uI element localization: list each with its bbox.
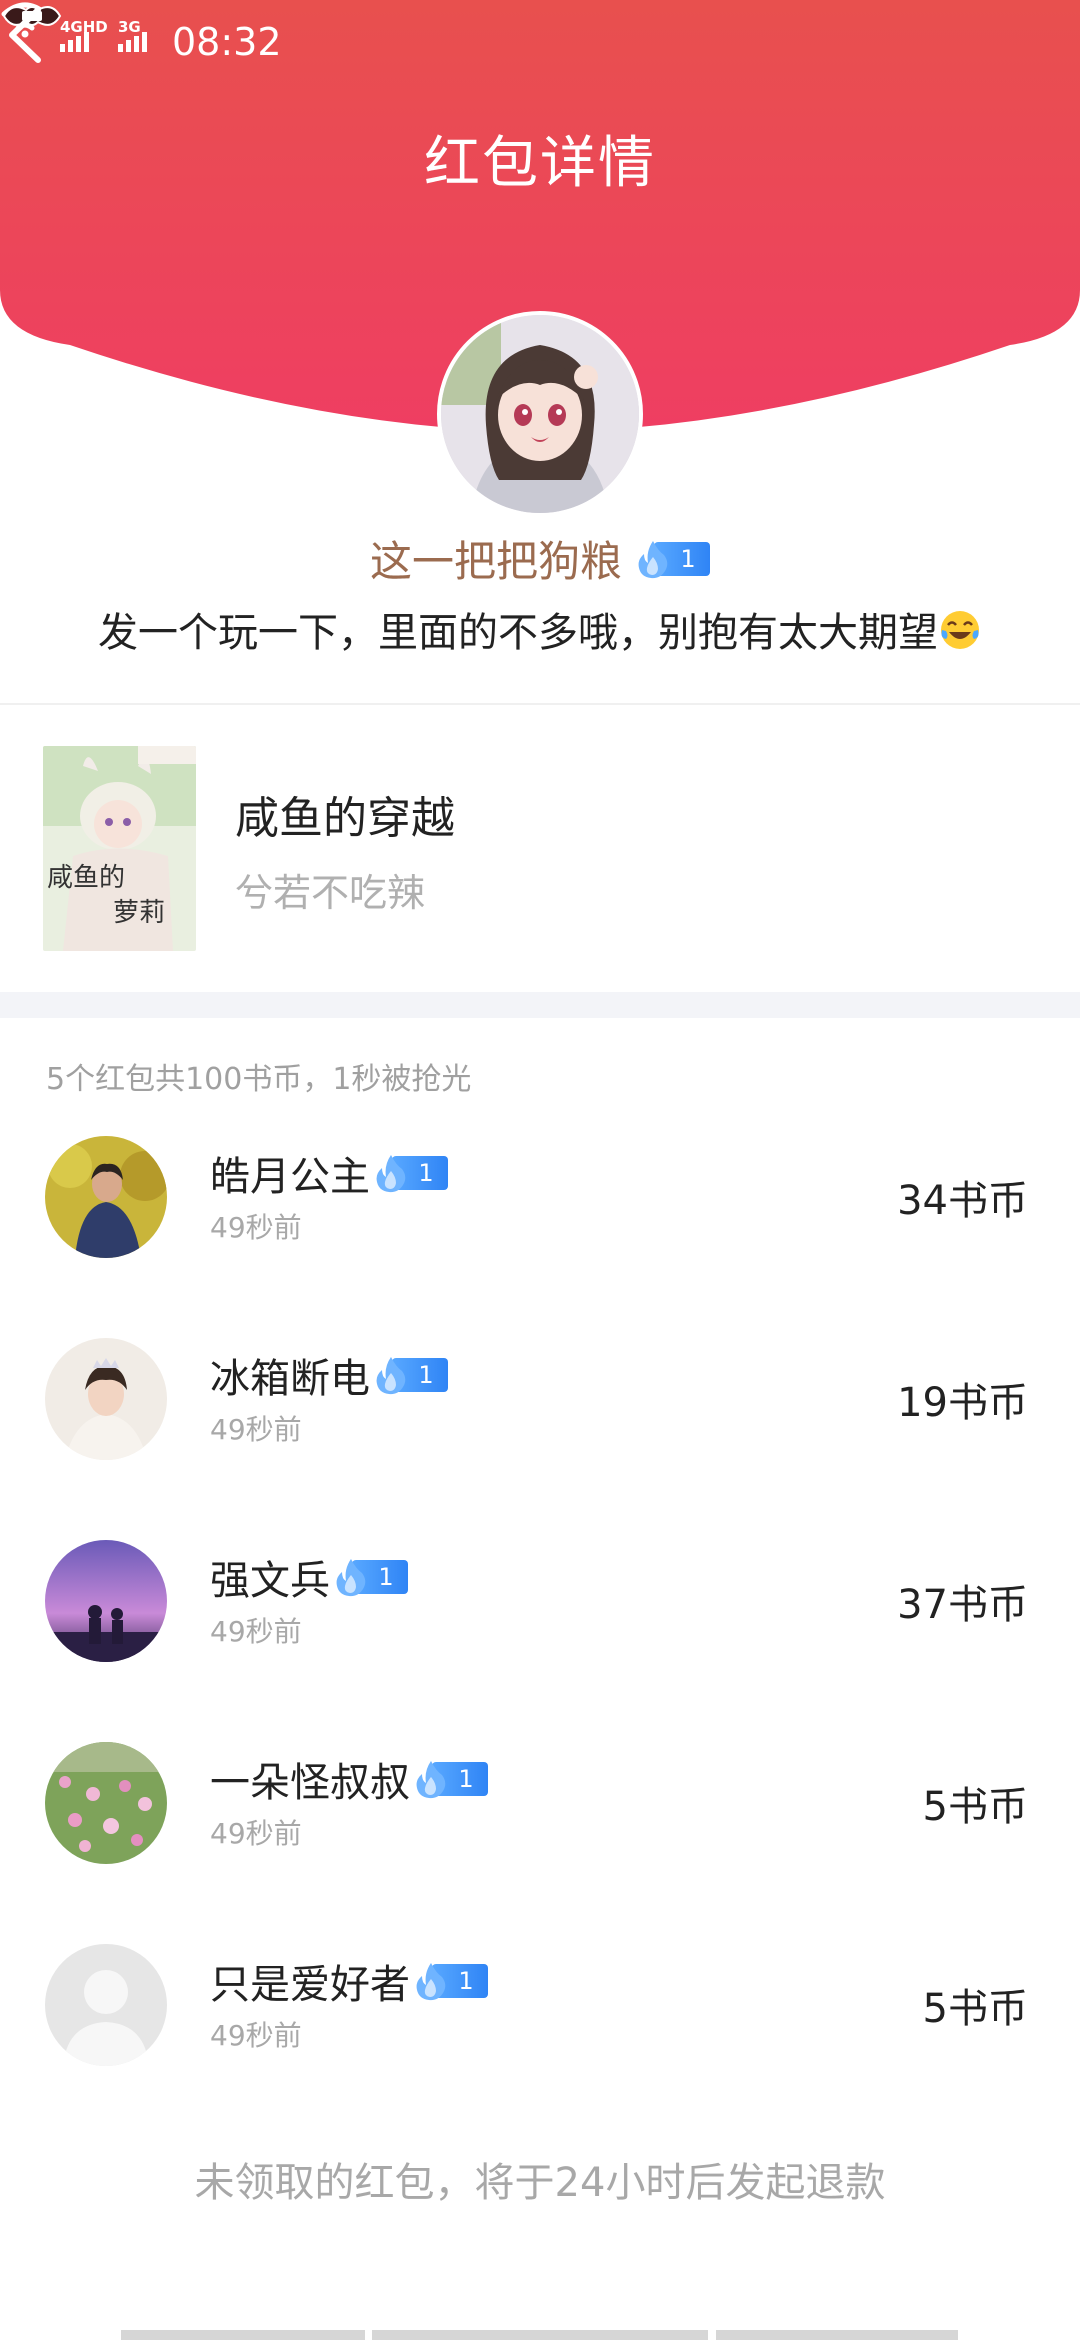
receiver-avatar[interactable] [45, 1338, 167, 1460]
receiver-avatar[interactable] [45, 1540, 167, 1662]
receiver-avatar[interactable] [45, 1944, 167, 2066]
receiver-amount: 37书币 [897, 1582, 1028, 1628]
receiver-name: 一朵怪叔叔 [210, 1760, 410, 1806]
nav-bar-segment [372, 2330, 708, 2340]
refund-note: 未领取的红包，将于24小时后发起退款 [194, 2160, 886, 2206]
status-time: 08:32 [172, 20, 282, 64]
flame-icon [416, 1963, 446, 2001]
receiver-time: 49秒前 [210, 1211, 302, 1244]
flame-icon [638, 540, 668, 578]
receiver-time: 49秒前 [210, 1817, 302, 1850]
receiver-time: 49秒前 [210, 2019, 302, 2052]
receiver-amount: 19书币 [897, 1380, 1028, 1426]
section-divider [0, 992, 1080, 1018]
book-title[interactable]: 咸鱼的穿越 [235, 782, 455, 846]
flame-icon [376, 1155, 406, 1193]
receiver-avatar[interactable] [45, 1742, 167, 1864]
receiver-name: 皓月公主 [210, 1154, 370, 1200]
divider [0, 703, 1080, 705]
receiver-name: 只是爱好者 [210, 1962, 410, 2008]
nav-bar-segment [121, 2330, 365, 2340]
sender-name-row: 这一把把狗粮 1 [0, 528, 1080, 589]
receiver-row[interactable]: 一朵怪叔叔 1 49秒前 5书币 [0, 1742, 1080, 1942]
tears-of-joy-emoji-icon [941, 611, 979, 649]
receiver-time: 49秒前 [210, 1615, 302, 1648]
signal-bars-1-icon [60, 32, 89, 52]
book-cover-text: 咸鱼的 [47, 863, 125, 893]
receiver-name-line: 强文兵 1 [210, 1548, 408, 1606]
default-user-avatar-icon [45, 1944, 167, 2066]
book-cover-image: 咸鱼的 萝莉 [43, 746, 196, 951]
bride-portrait-avatar [45, 1338, 167, 1460]
receiver-amount: 34书币 [897, 1178, 1028, 1224]
receiver-level-badge: 1 [414, 1963, 488, 2001]
receiver-name-line: 皓月公主 1 [210, 1144, 448, 1202]
receiver-name-line: 冰箱断电 1 [210, 1346, 448, 1404]
receiver-name: 冰箱断电 [210, 1356, 370, 1402]
receiver-time: 49秒前 [210, 1413, 302, 1446]
sender-level-badge: 1 [636, 540, 710, 578]
receiver-level-badge: 1 [374, 1357, 448, 1395]
receiver-row[interactable]: 只是爱好者 1 49秒前 5书币 [0, 1944, 1080, 2144]
receiver-level-badge: 1 [374, 1155, 448, 1193]
receiver-amount: 5书币 [922, 1784, 1028, 1830]
woman-outdoor-photo-avatar [45, 1136, 167, 1258]
page-title: 红包详情 [424, 131, 656, 196]
flame-icon [336, 1559, 366, 1597]
flame-icon [416, 1761, 446, 1799]
sender-message-text: 发一个玩一下，里面的不多哦，别抱有太大期望 [98, 610, 938, 656]
receiver-level-badge: 1 [334, 1559, 408, 1597]
packet-summary: 5个红包共100书币，1秒被抢光 [46, 1062, 472, 1097]
signal-bars-2-icon [118, 32, 147, 52]
receiver-name-line: 一朵怪叔叔 1 [210, 1750, 488, 1808]
flower-field-avatar [45, 1742, 167, 1864]
sender-message: 发一个玩一下，里面的不多哦，别抱有太大期望 [0, 600, 1080, 658]
book-cover[interactable]: 咸鱼的 萝莉 [43, 746, 196, 951]
receiver-level-badge: 1 [414, 1761, 488, 1799]
sender-name[interactable]: 这一把把狗粮 [370, 528, 622, 589]
receiver-name: 强文兵 [210, 1558, 330, 1604]
receiver-name-line: 只是爱好者 1 [210, 1952, 488, 2010]
receiver-row[interactable]: 强文兵 1 49秒前 37书币 [0, 1540, 1080, 1740]
sender-avatar[interactable] [437, 311, 643, 517]
status-bar: 4GHD 3G 08:32 [0, 0, 1080, 80]
sunset-couple-avatar [45, 1540, 167, 1662]
receiver-avatar[interactable] [45, 1136, 167, 1258]
red-packet-detail-page: 4GHD 3G 08:32 红包详情 这一把把狗粮 1 发一个玩一下，里面的不多… [0, 0, 1080, 2340]
receiver-row[interactable]: 冰箱断电 1 49秒前 19书币 [0, 1338, 1080, 1538]
receiver-amount: 5书币 [922, 1986, 1028, 2032]
flame-icon [376, 1357, 406, 1395]
book-cover-text-2: 萝莉 [113, 898, 165, 928]
anime-girl-avatar-image [441, 315, 639, 513]
back-chevron-icon[interactable] [0, 0, 50, 70]
nav-bar-segment [716, 2330, 958, 2340]
book-author: 兮若不吃辣 [235, 871, 426, 915]
receiver-row[interactable]: 皓月公主 1 49秒前 34书币 [0, 1136, 1080, 1336]
